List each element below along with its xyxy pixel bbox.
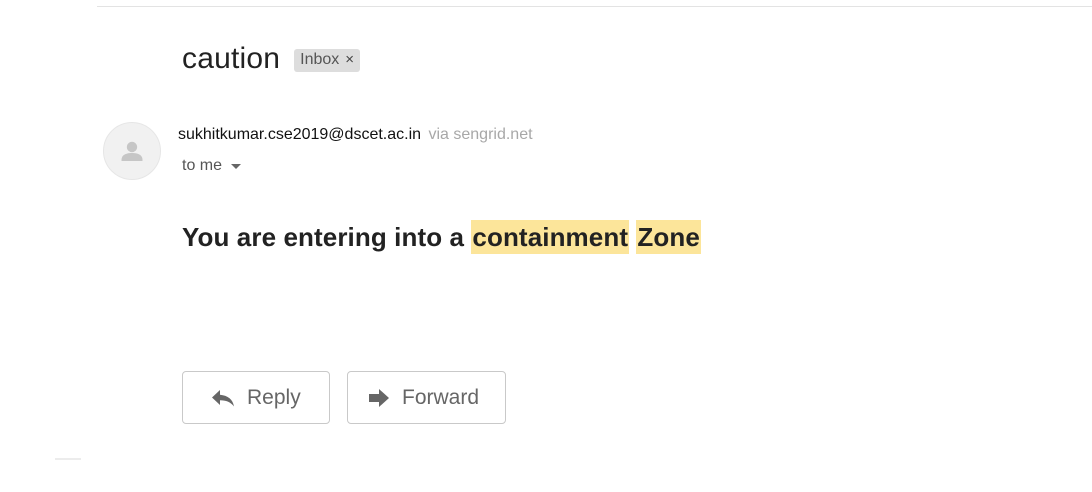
recipient-text: to me <box>182 157 223 174</box>
person-icon <box>121 141 143 161</box>
email-body: You are entering into a containment Zone <box>182 220 701 254</box>
forward-arrow-icon <box>369 388 389 407</box>
sender-email[interactable]: sukhitkumar.cse2019@dscet.ac.in <box>178 126 421 143</box>
forward-label: Forward <box>402 385 480 409</box>
caret-down-icon[interactable] <box>231 163 242 169</box>
subject-row: caution Inbox × <box>182 40 361 78</box>
via-domain: via sengrid.net <box>428 126 533 143</box>
email-subject: caution <box>182 42 281 75</box>
reply-arrow-icon <box>212 389 234 406</box>
sender-avatar[interactable] <box>103 122 161 180</box>
highlighted-word-zone: Zone <box>636 220 701 254</box>
close-icon[interactable]: × <box>345 52 354 67</box>
bottom-divider <box>55 458 81 460</box>
reply-label: Reply <box>247 385 301 409</box>
inbox-label-text: Inbox <box>300 50 340 68</box>
email-view: caution Inbox × sukhitkumar.cse2019@dsce… <box>0 0 1092 492</box>
recipient-details-toggle[interactable]: to me <box>182 157 242 175</box>
highlighted-word-containment: containment <box>471 220 630 254</box>
inbox-label-chip[interactable]: Inbox × <box>294 48 361 72</box>
sender-line: sukhitkumar.cse2019@dscet.ac.in via seng… <box>178 126 533 144</box>
body-prefix: You are entering into a <box>182 222 472 252</box>
forward-button[interactable]: Forward <box>347 371 506 424</box>
top-divider <box>97 6 1092 7</box>
reply-button[interactable]: Reply <box>182 371 330 424</box>
